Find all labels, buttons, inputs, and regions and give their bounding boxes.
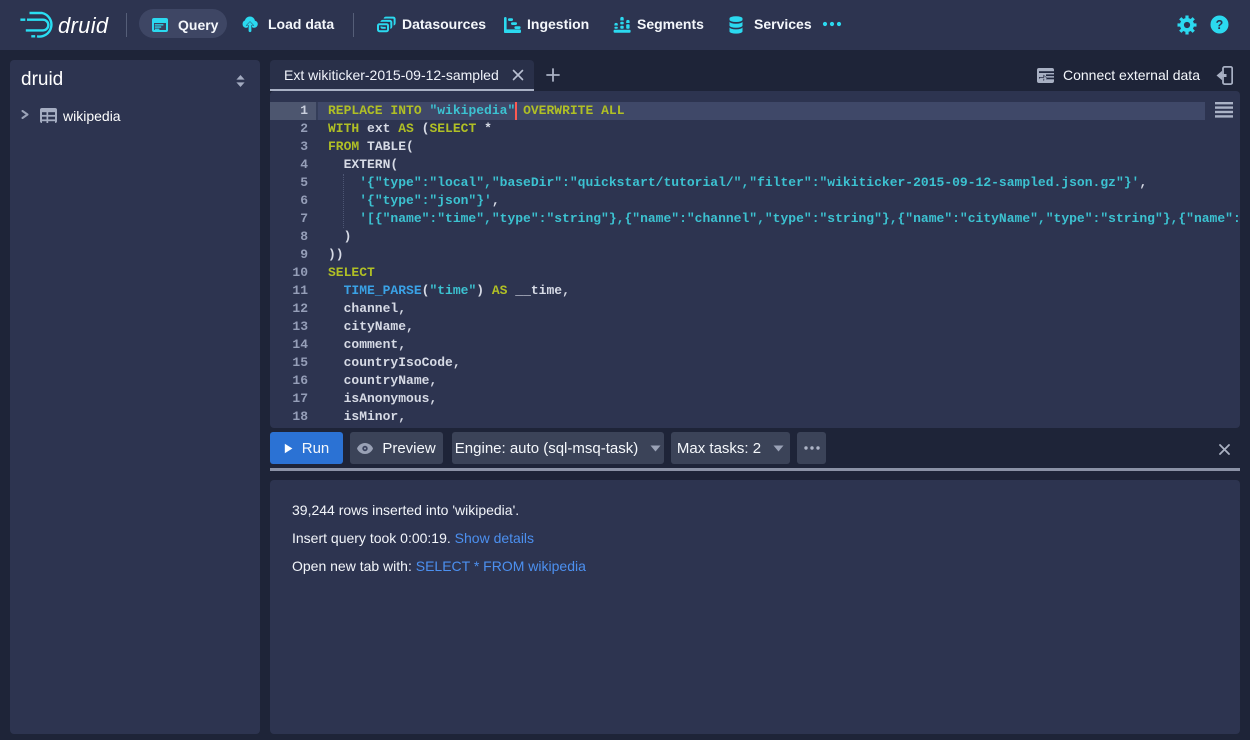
svg-text:?: ? xyxy=(1216,18,1224,32)
